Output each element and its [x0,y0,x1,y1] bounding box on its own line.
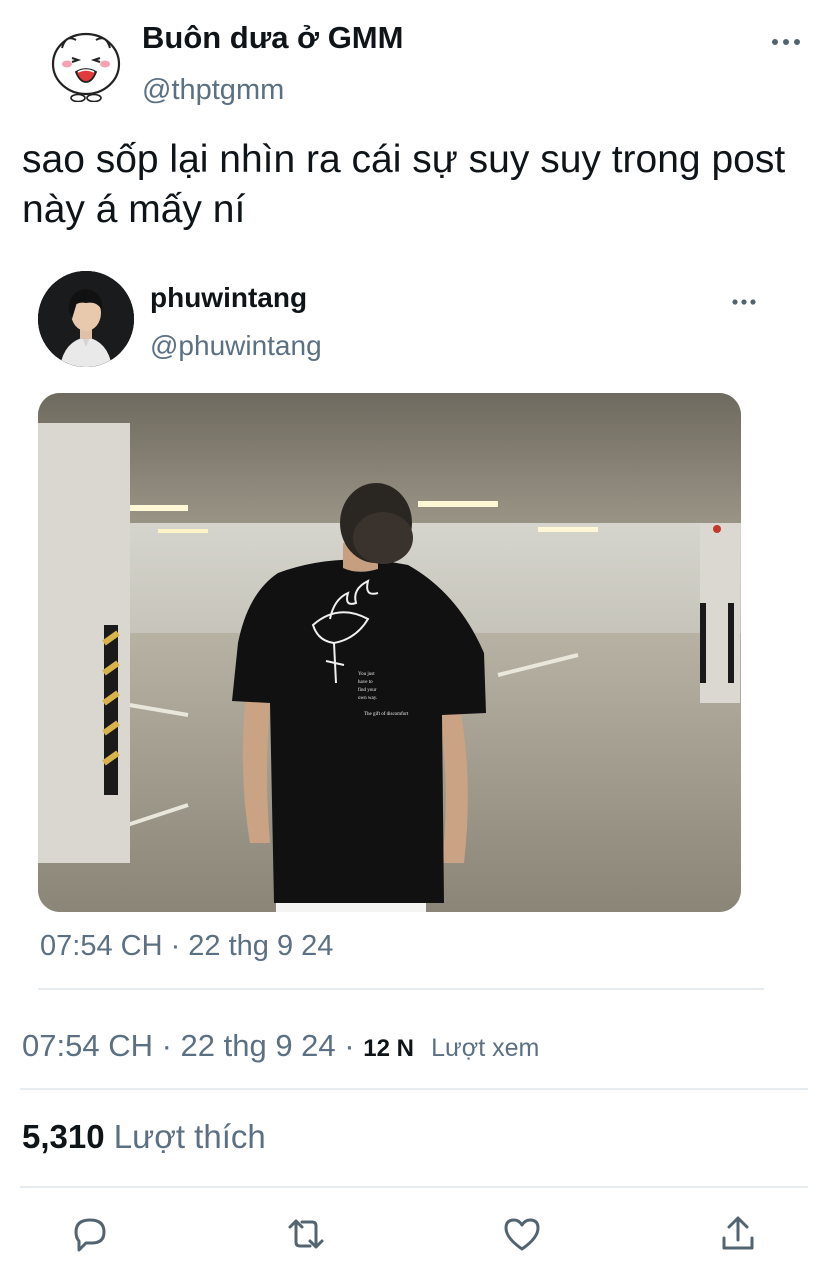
meta-separator: · [335,1028,364,1063]
tweet-text: sao sốp lại nhìn ra cái sự suy suy trong… [22,138,786,231]
like-icon [504,1218,540,1251]
quoted-author-display-name[interactable]: phuwintang [150,282,307,314]
quoted-tweet-timestamp[interactable]: 07:54 CH · 22 thg 9 24 [40,930,333,963]
reply-button[interactable] [68,1212,112,1256]
share-icon [722,1216,754,1250]
shirt-text-line-4: own way. [358,696,377,701]
shirt-text-line-5: The gift of discomfort [364,712,409,717]
like-button[interactable] [500,1212,544,1256]
quoted-author-handle[interactable]: @phuwintang [150,330,322,362]
tweet-timestamp[interactable]: 07:54 CH · 22 thg 9 24 [22,1028,336,1063]
tweet-header: Buôn dưa ở GMM @thptgmm [0,0,828,120]
views-label: Lượt xem [431,1034,540,1062]
parking-garage-photo: You just have to find your own way. The … [38,393,741,912]
likes-divider [20,1186,808,1188]
reply-icon [74,1218,106,1252]
likes-summary[interactable]: 5,310 Lượt thích [22,1118,266,1156]
quote-divider [38,988,764,990]
retweet-button[interactable] [284,1212,328,1256]
likes-count: 5,310 [22,1118,105,1155]
author-avatar[interactable] [48,26,124,103]
shirt-text-line-1: You just [358,672,375,677]
shirt-text-line-3: find your [358,688,377,693]
author-display-name[interactable]: Buôn dưa ở GMM [142,20,403,56]
meta-divider [20,1088,808,1090]
quoted-more-options-icon[interactable] [730,294,758,310]
likes-label: Lượt thích [113,1118,266,1155]
views-count: 12 N [363,1035,414,1062]
shirt-text-line-2: have to [358,680,373,685]
retweet-icon [288,1219,324,1249]
tweet-meta: 07:54 CH · 22 thg 9 24 · 12 N Lượt xem [22,1028,539,1064]
quoted-tweet-photo[interactable]: You just have to find your own way. The … [38,393,741,912]
share-button[interactable] [716,1212,760,1256]
author-handle[interactable]: @thptgmm [142,74,284,107]
person-portrait-icon [38,271,134,367]
quoted-author-avatar[interactable] [38,271,134,367]
mochi-bunny-avatar-icon [51,32,121,103]
more-options-icon[interactable] [770,32,802,52]
